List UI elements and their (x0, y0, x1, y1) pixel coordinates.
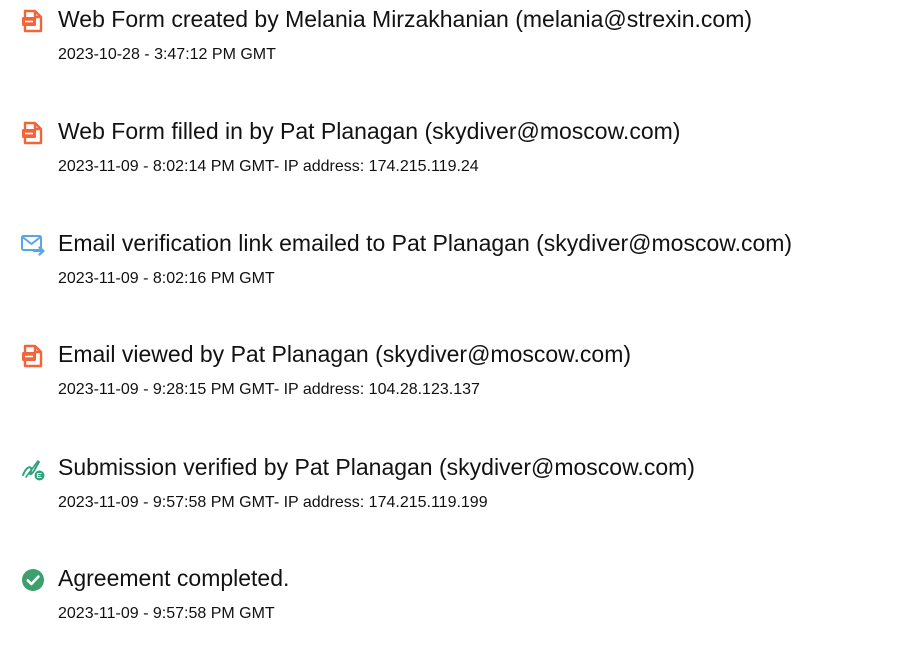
event-title: Web Form filled in by Pat Planagan (skyd… (58, 118, 681, 144)
audit-event: Email viewed by Pat Planagan (skydiver@m… (0, 335, 910, 425)
document-icon (20, 120, 46, 146)
event-title: Agreement completed. (58, 565, 290, 591)
event-title: Email viewed by Pat Planagan (skydiver@m… (58, 341, 632, 367)
event-timestamp: 2023-11-09 - 9:57:58 PM GMT- IP address:… (58, 494, 488, 511)
event-title: Submission verified by Pat Planagan (sky… (58, 454, 695, 480)
event-title: Web Form created by Melania Mirzakhanian… (58, 6, 753, 32)
event-timestamp: 2023-11-09 - 9:57:58 PM GMT (58, 605, 275, 622)
audit-event: Web Form filled in by Pat Planagan (skyd… (0, 112, 910, 202)
event-timestamp: 2023-11-09 - 9:28:15 PM GMT- IP address:… (58, 381, 480, 398)
signature-verified-icon (20, 456, 46, 482)
email-forward-icon (20, 232, 46, 258)
document-icon (20, 8, 46, 34)
event-timestamp: 2023-11-09 - 8:02:14 PM GMT- IP address:… (58, 158, 479, 175)
audit-event: Email verification link emailed to Pat P… (0, 224, 910, 314)
audit-event: Web Form created by Melania Mirzakhanian… (0, 0, 910, 90)
event-title: Email verification link emailed to Pat P… (58, 230, 793, 256)
event-timestamp: 2023-10-28 - 3:47:12 PM GMT (58, 46, 276, 63)
check-circle-icon (20, 567, 46, 593)
event-timestamp: 2023-11-09 - 8:02:16 PM GMT (58, 270, 275, 287)
audit-event: Submission verified by Pat Planagan (sky… (0, 448, 910, 538)
audit-event: Agreement completed. 2023-11-09 - 9:57:5… (0, 559, 910, 649)
document-icon (20, 343, 46, 369)
